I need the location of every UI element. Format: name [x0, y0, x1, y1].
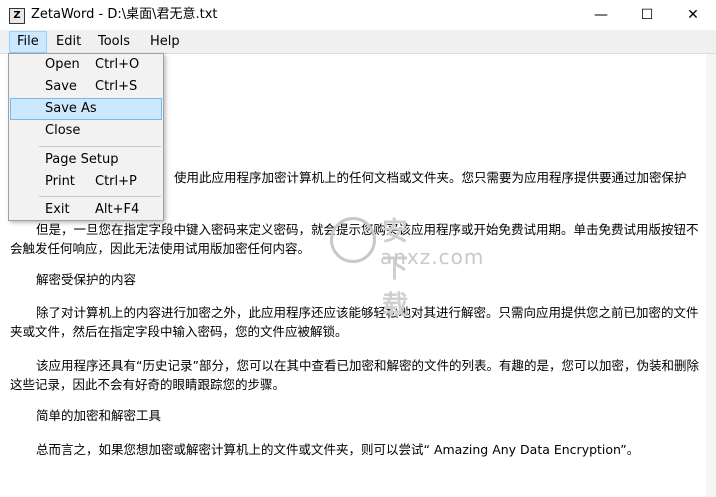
minimize-button[interactable]: — — [578, 0, 624, 30]
menu-page-setup[interactable]: Page Setup — [11, 149, 161, 171]
app-icon: Z — [9, 8, 25, 24]
menu-separator — [39, 146, 161, 147]
paragraph-4: 该应用程序还具有“历史记录”部分，您可以在其中查看已加密和解密的文件的列表。有趣… — [10, 358, 699, 392]
watermark-shield-icon — [330, 217, 376, 263]
menu-save-as-label: Save As — [45, 101, 97, 116]
title-bar: Z ZetaWord - D:\桌面\君无意.txt — ☐ ✕ — [0, 0, 716, 31]
menu-close-label: Close — [45, 123, 81, 138]
menu-open[interactable]: Open Ctrl+O — [11, 54, 161, 76]
vertical-scrollbar[interactable] — [706, 54, 716, 497]
file-dropdown-menu: Open Ctrl+O Save Ctrl+S Save As Close Pa… — [8, 53, 164, 221]
menu-print[interactable]: Print Ctrl+P — [11, 171, 161, 193]
menu-exit[interactable]: Exit Alt+F4 — [11, 199, 161, 221]
menu-page-setup-label: Page Setup — [45, 152, 119, 167]
menu-print-label: Print — [45, 174, 75, 189]
menu-save[interactable]: Save Ctrl+S — [11, 76, 161, 98]
paragraph-5: 总而言之，如果您想加密或解密计算机上的文件或文件夹，则可以尝试“ Amazing… — [36, 442, 640, 457]
heading-decrypt: 解密受保护的内容 — [36, 272, 137, 287]
paragraph-3: 除了对计算机上的内容进行加密之外，此应用程序还应该能够轻松地对其进行解密。只需向… — [10, 305, 699, 339]
paragraph-1: 使用此应用程序加密计算机上的任何文档或文件夹。您只需要为应用程序提供要通过加密保… — [174, 170, 687, 185]
heading-tool: 简单的加密和解密工具 — [36, 408, 162, 423]
menu-save-as[interactable]: Save As — [10, 98, 162, 120]
menu-edit[interactable]: Edit — [49, 31, 88, 53]
watermark-text: anxz.com — [380, 245, 485, 269]
menu-open-shortcut: Ctrl+O — [95, 57, 140, 72]
menu-help[interactable]: Help — [143, 31, 187, 53]
menu-file[interactable]: File — [9, 31, 47, 53]
menu-separator — [39, 196, 161, 197]
close-window-button[interactable]: ✕ — [670, 0, 716, 30]
menu-save-label: Save — [45, 79, 77, 94]
menu-exit-shortcut: Alt+F4 — [95, 202, 140, 217]
menu-bar: File Edit Tools Help — [0, 31, 716, 54]
menu-save-shortcut: Ctrl+S — [95, 79, 138, 94]
window-title: ZetaWord - D:\桌面\君无意.txt — [31, 7, 218, 22]
menu-print-shortcut: Ctrl+P — [95, 174, 137, 189]
menu-close[interactable]: Close — [11, 120, 161, 142]
maximize-button[interactable]: ☐ — [624, 0, 670, 30]
menu-tools[interactable]: Tools — [91, 31, 137, 53]
menu-open-label: Open — [45, 57, 80, 72]
menu-exit-label: Exit — [45, 202, 70, 217]
